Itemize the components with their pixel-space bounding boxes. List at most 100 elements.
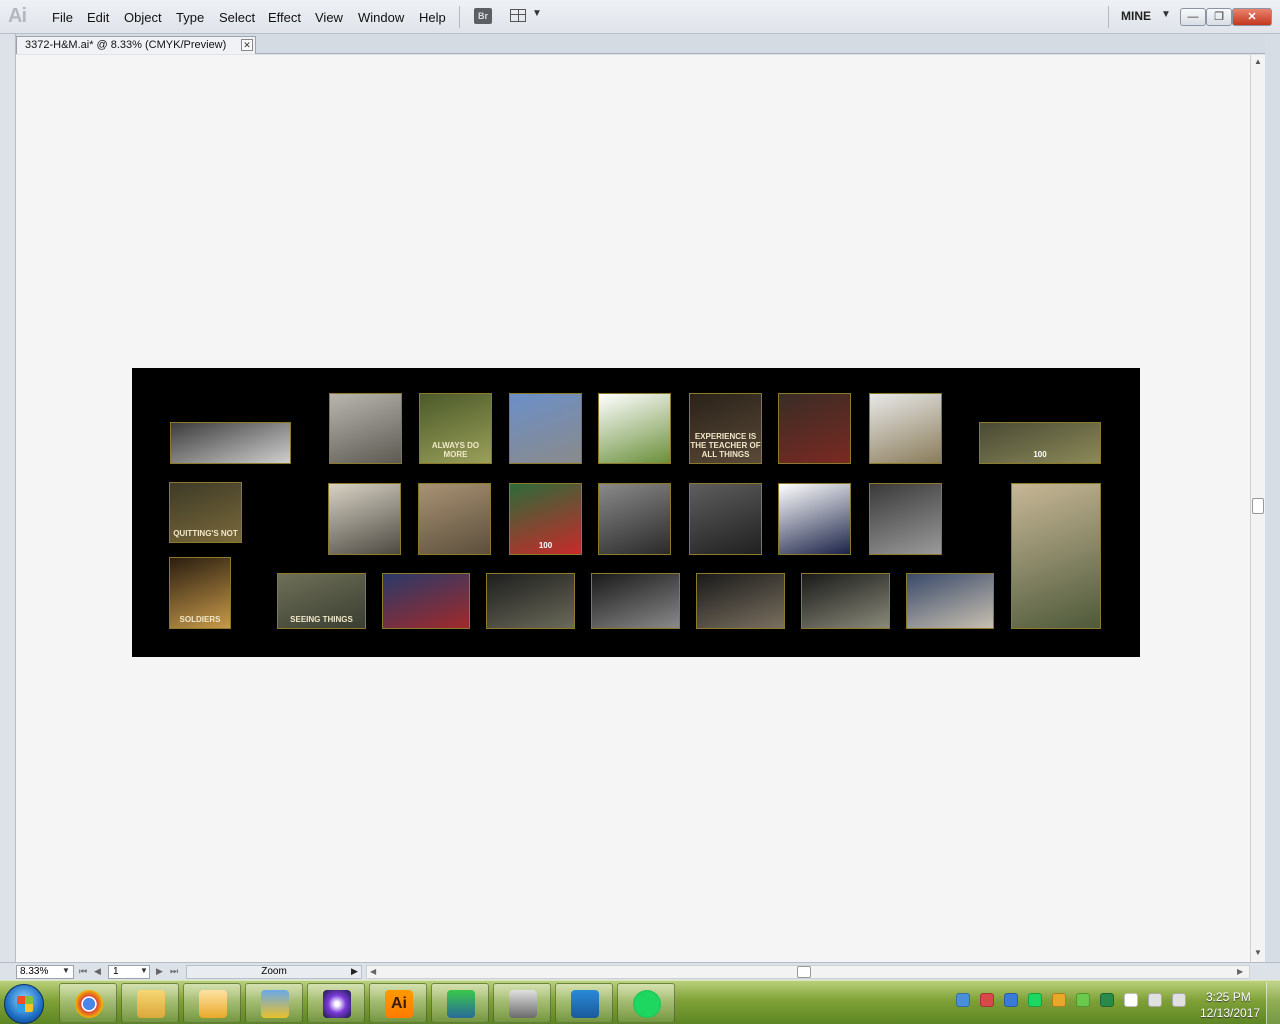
artboard-image-thumbnail[interactable]: SEEING THINGS xyxy=(277,573,366,629)
artboard-image-thumbnail[interactable]: 100 xyxy=(979,422,1101,464)
status-menu-arrow-icon[interactable]: ▶ xyxy=(351,966,358,977)
clock-time[interactable]: 3:25 PM xyxy=(1206,990,1251,1004)
arrange-documents-button[interactable]: ▼ xyxy=(510,8,544,24)
first-artboard-icon[interactable]: ⏮ xyxy=(79,966,87,977)
menu-type[interactable]: Type xyxy=(176,10,204,25)
taskbar-photo-app-button[interactable] xyxy=(307,983,365,1023)
spotify-tray-icon[interactable] xyxy=(1028,993,1042,1007)
previous-artboard-icon[interactable]: ◀ xyxy=(94,966,101,977)
nvidia-icon[interactable] xyxy=(1076,993,1090,1007)
artboard-image-thumbnail[interactable] xyxy=(328,483,401,555)
chevron-down-icon[interactable]: ▼ xyxy=(1161,9,1171,20)
artboard-image-thumbnail[interactable] xyxy=(170,422,291,464)
document-tab[interactable]: 3372-H&M.ai* @ 8.33% (CMYK/Preview) ✕ xyxy=(16,36,256,54)
scroll-right-icon[interactable]: ▶ xyxy=(1237,967,1243,976)
taskbar-file-explorer-button[interactable] xyxy=(121,983,179,1023)
artboard-image-thumbnail[interactable] xyxy=(778,483,851,555)
show-desktop-button[interactable] xyxy=(1266,982,1280,1024)
scroll-down-icon[interactable]: ▼ xyxy=(1254,948,1262,957)
illustrator-icon: Ai xyxy=(385,990,413,1018)
horizontal-scrollbar[interactable]: ◀ ▶ xyxy=(366,965,1250,979)
chevron-down-icon[interactable]: ▼ xyxy=(140,966,148,975)
network-app-icon xyxy=(447,990,475,1018)
thumbnail-caption: SEEING THINGS xyxy=(290,615,353,624)
artboard-image-thumbnail[interactable] xyxy=(1011,483,1101,629)
network-status-icon[interactable] xyxy=(1100,993,1114,1007)
spotify-icon xyxy=(633,990,661,1018)
menu-view[interactable]: View xyxy=(315,10,343,25)
artboard-image-thumbnail[interactable]: QUITTING'S NOT xyxy=(169,482,242,543)
artboard-image-thumbnail[interactable] xyxy=(591,573,680,629)
taskbar-security-app-button[interactable] xyxy=(555,983,613,1023)
last-artboard-icon[interactable]: ⏭ xyxy=(170,966,178,977)
menu-separator xyxy=(1108,6,1109,28)
artboard-image-thumbnail[interactable] xyxy=(869,483,942,555)
artboard-image-thumbnail[interactable] xyxy=(801,573,890,629)
network-icon[interactable] xyxy=(1172,993,1186,1007)
menu-edit[interactable]: Edit xyxy=(87,10,109,25)
restore-button[interactable]: ❐ xyxy=(1206,8,1232,26)
artboard-image-thumbnail[interactable] xyxy=(329,393,402,464)
illustrator-logo-icon: Ai xyxy=(8,5,27,27)
thumbnail-caption: ALWAYS DO MORE xyxy=(431,441,480,459)
taskbar-chrome-button[interactable] xyxy=(59,983,117,1023)
clock-date[interactable]: 12/13/2017 xyxy=(1200,1006,1260,1020)
artboard-image-thumbnail[interactable] xyxy=(509,393,582,464)
start-button[interactable] xyxy=(4,984,44,1024)
chat-tray-icon[interactable] xyxy=(1052,993,1066,1007)
artboard-image-thumbnail[interactable] xyxy=(696,573,785,629)
taskbar-virtualbox-button[interactable] xyxy=(245,983,303,1023)
artboard-image-thumbnail[interactable]: ALWAYS DO MORE xyxy=(419,393,492,464)
artboard-image-thumbnail[interactable]: 100 xyxy=(509,483,582,555)
horizontal-scroll-thumb[interactable] xyxy=(797,966,811,978)
volume-icon[interactable] xyxy=(1148,993,1162,1007)
minimize-button[interactable]: — xyxy=(1180,8,1206,26)
chrome-icon xyxy=(75,990,103,1018)
defender-icon[interactable] xyxy=(1004,993,1018,1007)
menu-bar: Ai File Edit Object Type Select Effect V… xyxy=(0,0,1280,34)
close-button[interactable]: ✕ xyxy=(1232,8,1272,26)
menu-effect[interactable]: Effect xyxy=(268,10,301,25)
scroll-left-icon[interactable]: ◀ xyxy=(370,967,376,976)
action-center-flag-icon[interactable] xyxy=(1124,993,1138,1007)
status-label[interactable]: Zoom xyxy=(186,965,362,979)
taskbar-illustrator-button[interactable]: Ai xyxy=(369,983,427,1023)
menu-file[interactable]: File xyxy=(52,10,73,25)
menu-window[interactable]: Window xyxy=(358,10,404,25)
menu-object[interactable]: Object xyxy=(124,10,162,25)
next-artboard-icon[interactable]: ▶ xyxy=(156,966,163,977)
artboard-image-thumbnail[interactable] xyxy=(418,483,491,555)
taskbar-outlook-button[interactable] xyxy=(183,983,241,1023)
workspace-switcher[interactable]: MINE xyxy=(1121,9,1151,23)
scroll-up-icon[interactable]: ▲ xyxy=(1254,57,1262,66)
document-tab-strip: 3372-H&M.ai* @ 8.33% (CMYK/Preview) ✕ xyxy=(0,34,1280,54)
thumbnail-caption: QUITTING'S NOT xyxy=(173,529,238,538)
artboard-image-thumbnail[interactable]: SOLDIERS xyxy=(169,557,231,629)
menu-help[interactable]: Help xyxy=(419,10,446,25)
artboard-image-thumbnail[interactable] xyxy=(778,393,851,464)
artboard-image-thumbnail[interactable] xyxy=(486,573,575,629)
artboard-image-thumbnail[interactable] xyxy=(382,573,470,629)
artboard-image-thumbnail[interactable] xyxy=(689,483,762,555)
artboard-image-thumbnail[interactable] xyxy=(598,483,671,555)
menu-select[interactable]: Select xyxy=(219,10,255,25)
taskbar-network-app-button[interactable] xyxy=(431,983,489,1023)
chevron-down-icon: ▼ xyxy=(532,8,542,19)
taskbar-dev-app-button[interactable] xyxy=(493,983,551,1023)
artboard-image-thumbnail[interactable]: EXPERIENCE IS THE TEACHER OF ALL THINGS xyxy=(689,393,762,464)
vertical-scrollbar[interactable]: ▲ ▼ xyxy=(1250,55,1265,962)
thumbnail-caption: SOLDIERS xyxy=(179,615,221,624)
vertical-scroll-thumb[interactable] xyxy=(1252,498,1264,514)
right-gutter xyxy=(1265,34,1280,980)
bridge-button[interactable]: Br xyxy=(474,8,492,24)
artboard-image-thumbnail[interactable] xyxy=(598,393,671,464)
artboard-image-thumbnail[interactable] xyxy=(906,573,994,629)
close-tab-icon[interactable]: ✕ xyxy=(241,39,253,51)
artboard[interactable]: ALWAYS DO MORE EXPERIENCE IS THE TEACHER … xyxy=(132,368,1140,657)
file-explorer-icon xyxy=(137,990,165,1018)
taskbar-spotify-button[interactable] xyxy=(617,983,675,1023)
dropbox-icon[interactable] xyxy=(956,993,970,1007)
artboard-image-thumbnail[interactable] xyxy=(869,393,942,464)
security-shield-icon[interactable] xyxy=(980,993,994,1007)
chevron-down-icon[interactable]: ▼ xyxy=(62,966,70,975)
